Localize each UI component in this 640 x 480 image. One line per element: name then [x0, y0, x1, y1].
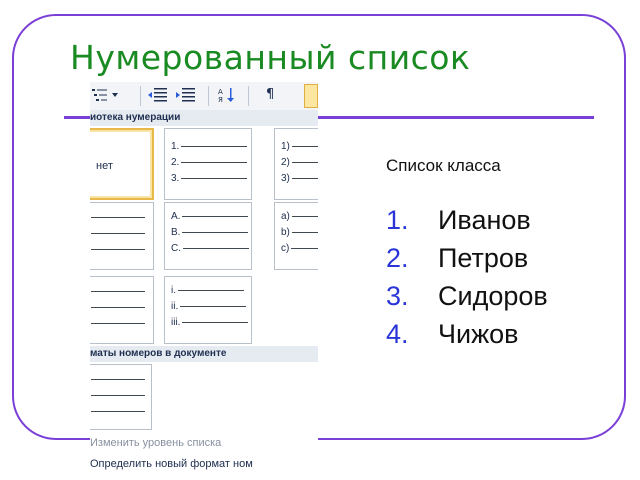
list-number: 1.: [386, 205, 409, 235]
sort-icon[interactable]: A Я: [218, 87, 238, 104]
numbering-gallery: A Я ¶ иотека нумерации нет 1. 2. 3. 1) 2…: [90, 82, 318, 480]
define-new-format-item[interactable]: Определить новый формат ном: [90, 458, 253, 470]
class-list: 1. Иванов 2. Петров 3. Сидоров 4. Чижов: [386, 204, 548, 356]
styles-button[interactable]: [304, 84, 318, 108]
list-item: 2. Петров: [386, 242, 548, 280]
list-item: 1. Иванов: [386, 204, 548, 242]
svg-text:Я: Я: [218, 96, 223, 103]
format-none[interactable]: нет: [90, 128, 154, 200]
list-text: Чижов: [438, 319, 519, 349]
decrease-indent-icon[interactable]: [148, 87, 168, 103]
format-unlabeled-1[interactable]: [90, 202, 154, 270]
list-number: 4.: [386, 319, 409, 349]
format-lower-alpha-paren[interactable]: a) b) c): [274, 202, 318, 270]
list-number: 3.: [386, 281, 409, 311]
list-text: Иванов: [438, 205, 531, 235]
paragraph-mark-icon[interactable]: ¶: [266, 87, 274, 103]
list-number: 2.: [386, 243, 409, 273]
format-lower-roman[interactable]: i. ii. iii.: [164, 276, 252, 344]
list-item: 4. Чижов: [386, 318, 548, 356]
change-list-level-item[interactable]: Изменить уровень списка: [90, 437, 221, 449]
gallery-toolbar: A Я ¶: [90, 82, 318, 111]
format-upper-alpha[interactable]: A. B. C.: [164, 202, 252, 270]
document-formats-header: маты номеров в документе: [90, 346, 318, 362]
increase-indent-icon[interactable]: [176, 87, 196, 103]
document-format-1[interactable]: [90, 364, 152, 430]
list-text: Сидоров: [438, 281, 548, 311]
list-caption: Список класса: [386, 156, 501, 175]
none-label: нет: [96, 160, 113, 172]
svg-text:A: A: [218, 88, 223, 96]
slide-title: Нумерованный список: [70, 38, 471, 77]
multilevel-list-icon[interactable]: [92, 87, 122, 103]
format-decimal-paren[interactable]: 1) 2) 3): [274, 128, 318, 200]
list-text: Петров: [438, 243, 529, 273]
format-decimal-period[interactable]: 1. 2. 3.: [164, 128, 252, 200]
list-item: 3. Сидоров: [386, 280, 548, 318]
library-header: иотека нумерации: [90, 110, 318, 126]
format-unlabeled-2[interactable]: [90, 276, 154, 344]
